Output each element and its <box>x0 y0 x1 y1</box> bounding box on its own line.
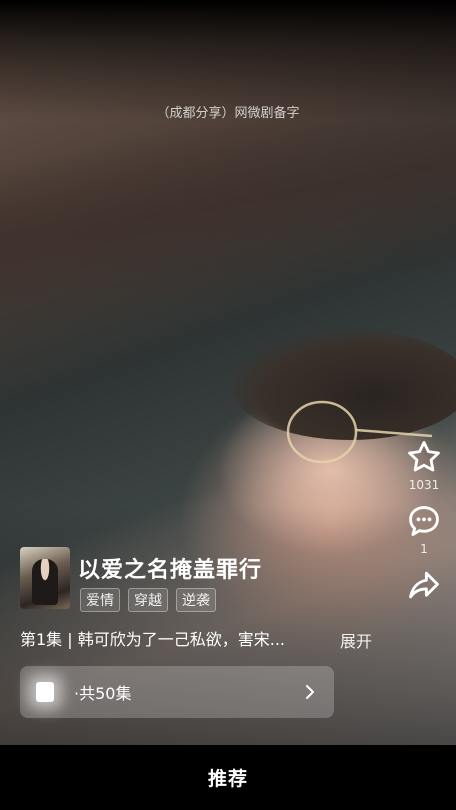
expand-button[interactable]: 展开 <box>340 628 372 652</box>
tag-comeback[interactable]: 逆袭 <box>176 588 216 612</box>
tag-time-travel[interactable]: 穿越 <box>128 588 168 612</box>
episode-description: 第1集 | 韩可欣为了一己私欲，害宋... <box>20 630 286 649</box>
drama-poster[interactable] <box>20 547 70 609</box>
star-icon <box>408 441 440 472</box>
share-icon <box>409 571 439 599</box>
episode-count-label: ·共50集 <box>74 684 132 703</box>
episode-selector[interactable]: ·共50集 <box>20 666 334 718</box>
comment-button[interactable]: 1 <box>400 502 448 558</box>
bottom-tab-bar: 推荐 <box>0 745 456 810</box>
like-button[interactable]: 1031 <box>400 438 448 494</box>
chevron-right-icon <box>306 685 314 699</box>
drama-tags: 爱情 穿越 逆袭 <box>80 588 216 612</box>
action-rail: 1031 1 <box>400 438 448 612</box>
drama-title[interactable]: 以爱之名掩盖罪行 <box>78 552 262 584</box>
comment-icon <box>409 506 439 536</box>
tab-recommend[interactable]: 推荐 <box>208 764 248 791</box>
episode-list-icon <box>36 682 54 702</box>
tag-romance[interactable]: 爱情 <box>80 588 120 612</box>
comment-count: 1 <box>420 542 428 556</box>
license-watermark: （成都分享）网微剧备字 <box>156 106 300 121</box>
like-count: 1031 <box>408 478 440 492</box>
poster-figure <box>32 559 58 605</box>
share-button[interactable] <box>400 566 448 604</box>
